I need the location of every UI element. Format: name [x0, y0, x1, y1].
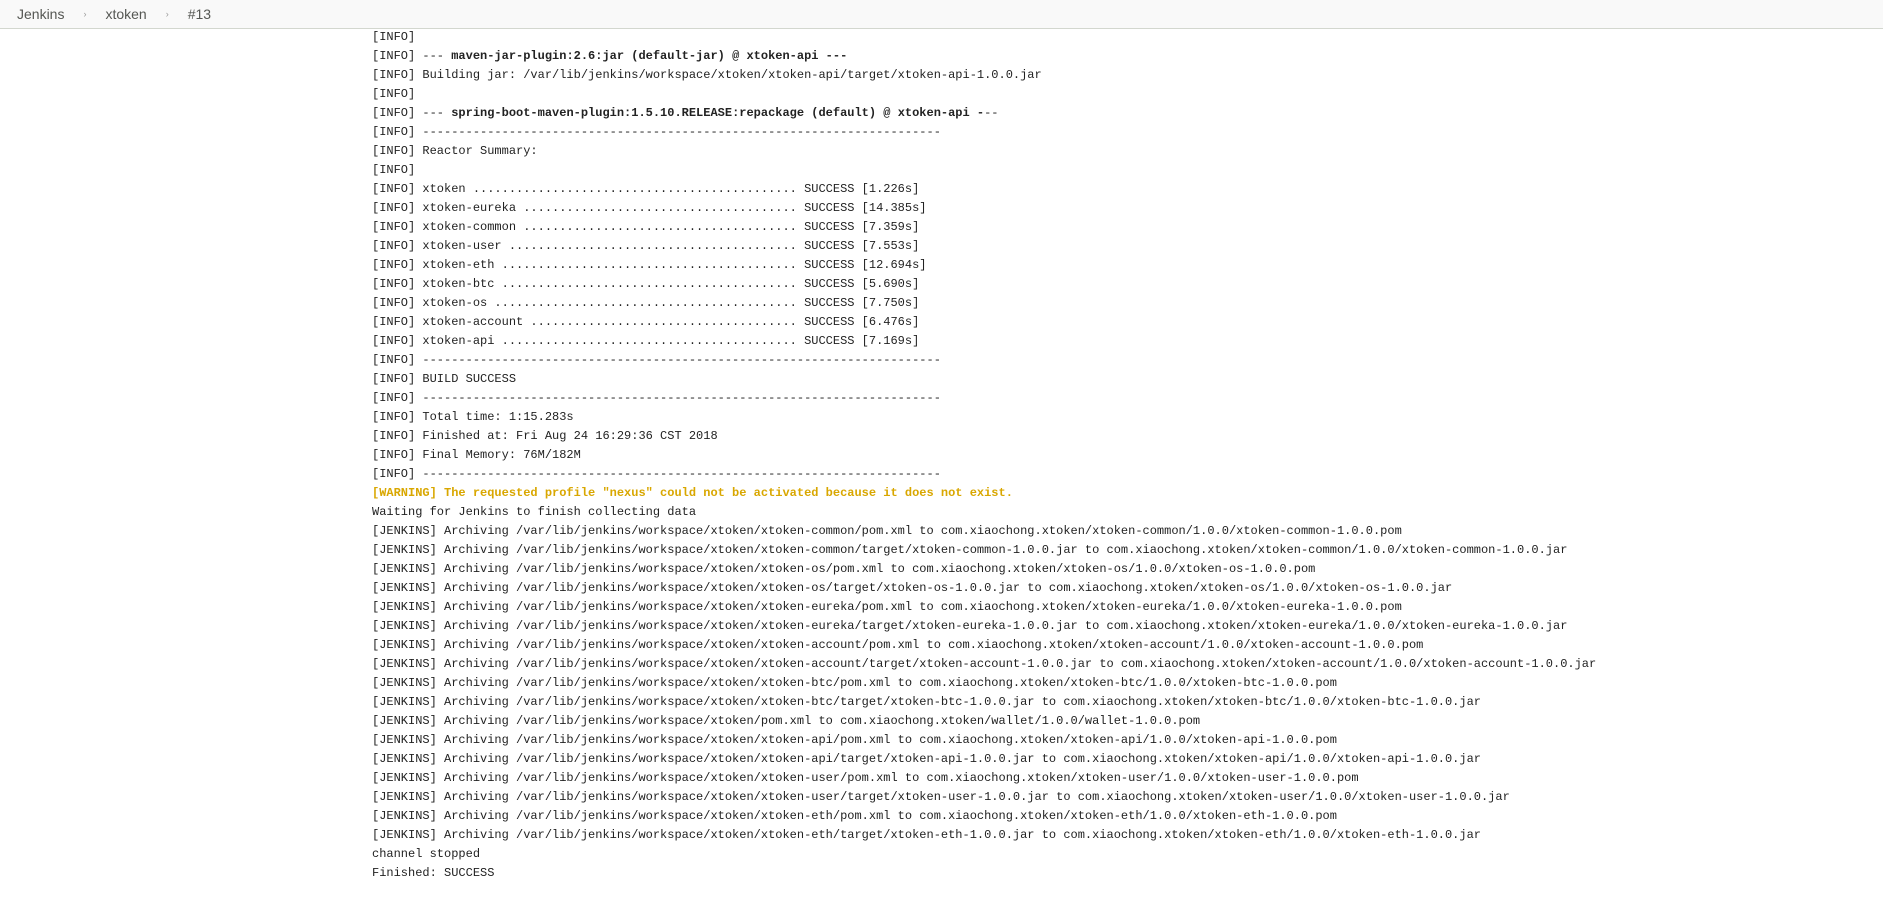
- plugin-goal: spring-boot-maven-plugin:1.5.10.RELEASE:…: [451, 106, 985, 120]
- console-line: [JENKINS] Archiving /var/lib/jenkins/wor…: [372, 809, 1337, 823]
- console-line: [JENKINS] Archiving /var/lib/jenkins/wor…: [372, 524, 1402, 538]
- console-line: [JENKINS] Archiving /var/lib/jenkins/wor…: [372, 733, 1337, 747]
- console-line: [INFO] Finished at: Fri Aug 24 16:29:36 …: [372, 429, 718, 443]
- console-line: [INFO] xtoken-eth ......................…: [372, 258, 927, 272]
- breadcrumb: Jenkins › xtoken › #13: [0, 0, 1883, 29]
- console-line: [INFO] --- maven-jar-plugin:2.6:jar (def…: [372, 49, 848, 63]
- console-line: [JENKINS] Archiving /var/lib/jenkins/wor…: [372, 790, 1510, 804]
- console-line: [INFO] xtoken-btc ......................…: [372, 277, 920, 291]
- console-line: [INFO] Total time: 1:15.283s: [372, 410, 574, 424]
- console-line: [JENKINS] Archiving /var/lib/jenkins/wor…: [372, 562, 1316, 576]
- console-line: channel stopped: [372, 847, 481, 861]
- breadcrumb-item-job[interactable]: xtoken: [88, 0, 163, 29]
- console-line: [JENKINS] Archiving /var/lib/jenkins/wor…: [372, 600, 1402, 614]
- console-line: [JENKINS] Archiving /var/lib/jenkins/wor…: [372, 676, 1337, 690]
- console-line: [INFO] xtoken-user .....................…: [372, 239, 920, 253]
- console-line: [INFO] ---------------------------------…: [372, 391, 941, 405]
- console-line: [JENKINS] Archiving /var/lib/jenkins/wor…: [372, 638, 1424, 652]
- breadcrumb-item-build[interactable]: #13: [171, 0, 228, 29]
- console-line: [INFO] ---------------------------------…: [372, 353, 941, 367]
- console-line: [INFO] Final Memory: 76M/182M: [372, 448, 581, 462]
- console-line: [JENKINS] Archiving /var/lib/jenkins/wor…: [372, 828, 1481, 842]
- console-line: [INFO] --- spring-boot-maven-plugin:1.5.…: [372, 106, 999, 120]
- chevron-right-icon: ›: [165, 8, 169, 19]
- console-line: [JENKINS] Archiving /var/lib/jenkins/wor…: [372, 657, 1597, 671]
- console-line: [WARNING] The requested profile "nexus" …: [372, 484, 1872, 503]
- console-line: Waiting for Jenkins to finish collecting…: [372, 505, 697, 519]
- console-line: [INFO] xtoken-api ......................…: [372, 334, 920, 348]
- console-line: [JENKINS] Archiving /var/lib/jenkins/wor…: [372, 771, 1359, 785]
- console-line: Finished: SUCCESS: [372, 866, 495, 880]
- console-line: [JENKINS] Archiving /var/lib/jenkins/wor…: [372, 714, 1201, 728]
- console-line: [INFO]: [372, 163, 416, 177]
- console-line: [INFO] ---------------------------------…: [372, 467, 941, 481]
- console-line: [JENKINS] Archiving /var/lib/jenkins/wor…: [372, 581, 1453, 595]
- warning-text: [WARNING] The requested profile "nexus" …: [372, 486, 1013, 500]
- console-line: [INFO] xtoken-eureka ...................…: [372, 201, 927, 215]
- console-line: [INFO] Reactor Summary:: [372, 144, 538, 158]
- console-line: [INFO] xtoken-os .......................…: [372, 296, 920, 310]
- chevron-right-icon: ›: [83, 8, 87, 19]
- console-line: [JENKINS] Archiving /var/lib/jenkins/wor…: [372, 752, 1481, 766]
- console-line: [INFO] ---------------------------------…: [372, 125, 941, 139]
- console-line: [INFO] xtoken-account ..................…: [372, 315, 920, 329]
- console-line: [INFO] Building jar: /var/lib/jenkins/wo…: [372, 68, 1042, 82]
- console-output: [INFO] [INFO] --- maven-jar-plugin:2.6:ja…: [372, 28, 1872, 883]
- console-line: [INFO] xtoken-common ...................…: [372, 220, 920, 234]
- console-line: [JENKINS] Archiving /var/lib/jenkins/wor…: [372, 619, 1568, 633]
- breadcrumb-item-jenkins[interactable]: Jenkins: [0, 0, 81, 29]
- console-line: [JENKINS] Archiving /var/lib/jenkins/wor…: [372, 695, 1481, 709]
- console-line: [JENKINS] Archiving /var/lib/jenkins/wor…: [372, 543, 1568, 557]
- console-line: [INFO] BUILD SUCCESS: [372, 372, 517, 386]
- console-line: [INFO]: [372, 30, 416, 44]
- plugin-goal: maven-jar-plugin:2.6:jar (default-jar) @…: [451, 49, 848, 63]
- console-line: [INFO]: [372, 87, 416, 101]
- console-line: [INFO] xtoken ..........................…: [372, 182, 920, 196]
